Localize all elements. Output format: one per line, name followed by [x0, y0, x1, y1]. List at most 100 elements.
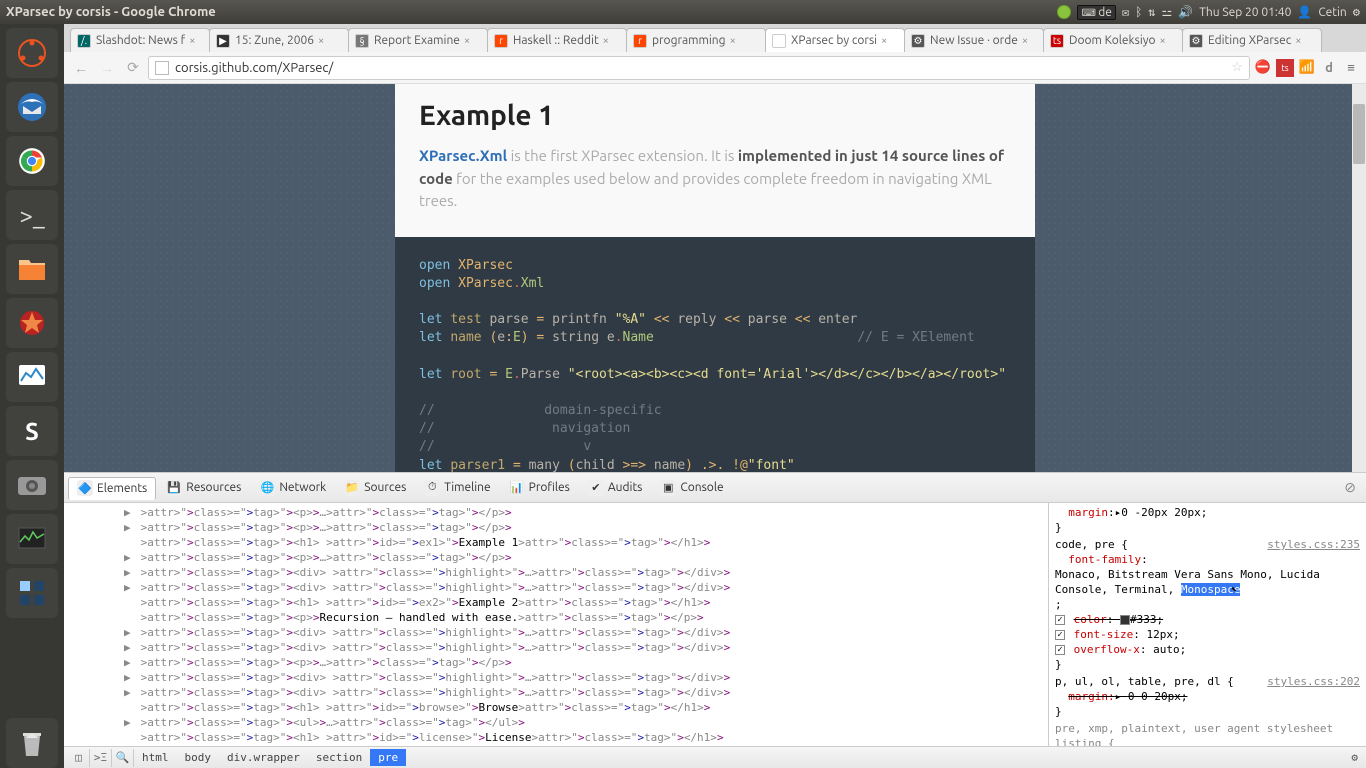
star-icon[interactable]: ☆ — [1231, 60, 1243, 75]
tab-close-icon[interactable]: × — [1160, 35, 1166, 47]
forward-button[interactable]: → — [96, 57, 118, 79]
browser-toolbar: ← → ⟳ corsis.github.com/XParsec/ ☆ ⛔ ts … — [64, 52, 1366, 84]
inspect-button[interactable]: 🔍 — [112, 749, 134, 767]
styles-link[interactable]: styles.css:202 — [1267, 674, 1360, 689]
devtools-tab-sources[interactable]: 📁Sources — [336, 477, 414, 499]
url-bar[interactable]: corsis.github.com/XParsec/ ☆ — [148, 56, 1250, 80]
dom-node[interactable]: ▶ >attr>">class>=">tag>"><div> >attr>">c… — [124, 580, 1044, 595]
styles-panel[interactable]: margin:▸0 -20px 20px;} styles.css:235 co… — [1048, 503, 1366, 746]
trash-icon[interactable] — [6, 718, 58, 768]
thunderbird-icon[interactable] — [6, 82, 58, 132]
dom-node[interactable]: ▶ >attr>">class>=">tag>"><p>>…>attr>">cl… — [124, 505, 1044, 520]
reload-button[interactable]: ⟳ — [122, 57, 144, 79]
tab-close-icon[interactable]: × — [318, 35, 324, 47]
dom-node[interactable]: ▶ >attr>">class>=">tag>"><div> >attr>">c… — [124, 640, 1044, 655]
browser-tab[interactable]: XParsec by corsi× — [765, 28, 905, 52]
breadcrumb-item[interactable]: div.wrapper — [219, 749, 308, 766]
tab-close-icon[interactable]: × — [1022, 35, 1028, 47]
power-icon[interactable]: ⚙ — [1353, 5, 1360, 19]
dom-node[interactable]: ▶ >attr>">class>=">tag>"><p>>…>attr>">cl… — [124, 655, 1044, 670]
tab-close-icon[interactable]: × — [881, 35, 887, 47]
favicon: /. — [77, 34, 91, 48]
dom-node[interactable]: ▶ >attr>">class>=">tag>"><p>>…>attr>">cl… — [124, 520, 1044, 535]
system-titlebar: XParsec by corsis - Google Chrome ⌨ de ✉… — [0, 0, 1366, 24]
bluetooth-icon[interactable]: ᛒ — [1135, 5, 1142, 19]
terminal-icon[interactable]: >_ — [6, 190, 58, 240]
browser-tab[interactable]: ⚙Editing XParsec× — [1182, 28, 1322, 52]
styles-link[interactable]: styles.css:235 — [1267, 537, 1360, 552]
favicon: ⚙ — [911, 34, 925, 48]
skype-icon[interactable]: S — [6, 406, 58, 456]
dom-node[interactable]: ▶ >attr>">class>=">tag>"><div> >attr>">c… — [124, 625, 1044, 640]
dom-node[interactable]: ▶ >attr>">class>=">tag>"><div> >attr>">c… — [124, 565, 1044, 580]
dom-node[interactable]: >attr>">class>=">tag>"><h1> >attr>">id>=… — [124, 535, 1044, 550]
devtools-tabs: 🔷Elements💾Resources🌐Network📁Sources⏱Time… — [64, 473, 1366, 503]
browser-tab[interactable]: ▶15: Zune, 2006× — [209, 28, 349, 52]
system-monitor-icon[interactable] — [6, 514, 58, 564]
settings-icon[interactable]: ⚙ — [1351, 751, 1358, 764]
tab-close-icon[interactable]: × — [464, 35, 470, 47]
breadcrumb-item[interactable]: html — [134, 749, 177, 766]
menu-icon[interactable]: ≡ — [1342, 59, 1360, 77]
devtools-tab-timeline[interactable]: ⏱Timeline — [416, 477, 498, 499]
files-icon[interactable] — [6, 244, 58, 294]
network-icon[interactable]: ⇅ — [1148, 5, 1155, 19]
browser-tab[interactable]: §Report Examine× — [348, 28, 488, 52]
dash-icon[interactable] — [6, 28, 58, 78]
keyboard-indicator[interactable]: ⌨ de — [1077, 5, 1115, 20]
audits-icon: ✔ — [588, 480, 604, 496]
adblock-icon[interactable]: ⛔ — [1254, 59, 1272, 77]
devtools-tab-console[interactable]: ▣Console — [652, 477, 731, 499]
monitor-icon[interactable] — [6, 352, 58, 402]
devtools-tab-network[interactable]: 🌐Network — [251, 477, 334, 499]
dom-node[interactable]: ▶ >attr>">class>=">tag>"><ul>>…>attr>">c… — [124, 715, 1044, 730]
tab-label: 15: Zune, 2006 — [235, 34, 314, 47]
browser-tab[interactable]: tsDoom Koleksiyo× — [1043, 28, 1183, 52]
user-name[interactable]: Cetin — [1318, 6, 1346, 19]
volume-icon[interactable]: 🔊 — [1178, 5, 1193, 19]
dom-node[interactable]: >attr>">class>=">tag>"><h1> >attr>">id>=… — [124, 730, 1044, 745]
page-scrollbar[interactable] — [1352, 84, 1366, 472]
user-icon[interactable]: 👤 — [1297, 5, 1312, 19]
browser-tab[interactable]: rprogramming× — [626, 28, 766, 52]
dom-node[interactable]: >attr>">class>=">tag>"><h1> >attr>">id>=… — [124, 595, 1044, 610]
workspace-icon[interactable] — [6, 568, 58, 618]
browser-tab[interactable]: rHaskell :: Reddit× — [487, 28, 627, 52]
elements-panel[interactable]: ▶ >attr>">class>=">tag>"><p>>…>attr>">cl… — [64, 503, 1048, 746]
tab-close-icon[interactable]: × — [189, 35, 195, 47]
dom-node[interactable]: ▶ >attr>">class>=">tag>"><div> >attr>">c… — [124, 685, 1044, 700]
dom-node[interactable]: ▶ >attr>">class>=">tag>"><p>>…>attr>">cl… — [124, 550, 1044, 565]
status-icon[interactable] — [1057, 5, 1071, 19]
devtools-tab-audits[interactable]: ✔Audits — [580, 477, 651, 499]
devtools-close[interactable]: ⊘ — [1338, 479, 1362, 496]
ext-d-icon[interactable]: d — [1320, 59, 1338, 77]
back-button[interactable]: ← — [70, 57, 92, 79]
camera-icon[interactable] — [6, 460, 58, 510]
dom-node[interactable]: >attr>">class>=">tag>"><p>>Recursion – h… — [124, 610, 1044, 625]
xparsec-xml-link[interactable]: XParsec.Xml — [419, 147, 507, 164]
browser-tab[interactable]: /.Slashdot: News f× — [70, 28, 210, 52]
devtools-tab-profiles[interactable]: 📊Profiles — [501, 477, 578, 499]
article-lead: XParsec.Xml is the first XParsec extensi… — [419, 145, 1011, 213]
console-toggle[interactable]: >Ξ — [90, 749, 112, 767]
breadcrumb-item[interactable]: pre — [370, 749, 406, 766]
devtools-tab-resources[interactable]: 💾Resources — [158, 477, 249, 499]
dock-button[interactable]: ◫ — [68, 749, 90, 767]
devtools-tab-elements[interactable]: 🔷Elements — [68, 477, 156, 500]
window-title: XParsec by corsis - Google Chrome — [6, 5, 1057, 19]
dom-node[interactable]: ▶ >attr>">class>=">tag>"><div> >attr>">c… — [124, 670, 1044, 685]
breadcrumb-item[interactable]: section — [308, 749, 370, 766]
app-star-icon[interactable] — [6, 298, 58, 348]
mail-icon[interactable]: ✉ — [1122, 5, 1129, 19]
tab-close-icon[interactable]: × — [603, 35, 609, 47]
chrome-icon[interactable] — [6, 136, 58, 186]
wifi-icon[interactable]: ⚍ — [1162, 5, 1173, 19]
clock[interactable]: Thu Sep 20 01:40 — [1199, 6, 1291, 19]
tab-close-icon[interactable]: × — [730, 35, 736, 47]
browser-tab[interactable]: ⚙New Issue · orde× — [904, 28, 1044, 52]
ext-ts-icon[interactable]: ts — [1276, 59, 1294, 77]
rss-icon[interactable]: 📶 — [1298, 59, 1316, 77]
dom-node[interactable]: >attr>">class>=">tag>"><h1> >attr>">id>=… — [124, 700, 1044, 715]
breadcrumb-item[interactable]: body — [177, 749, 220, 766]
tab-close-icon[interactable]: × — [1295, 35, 1301, 47]
